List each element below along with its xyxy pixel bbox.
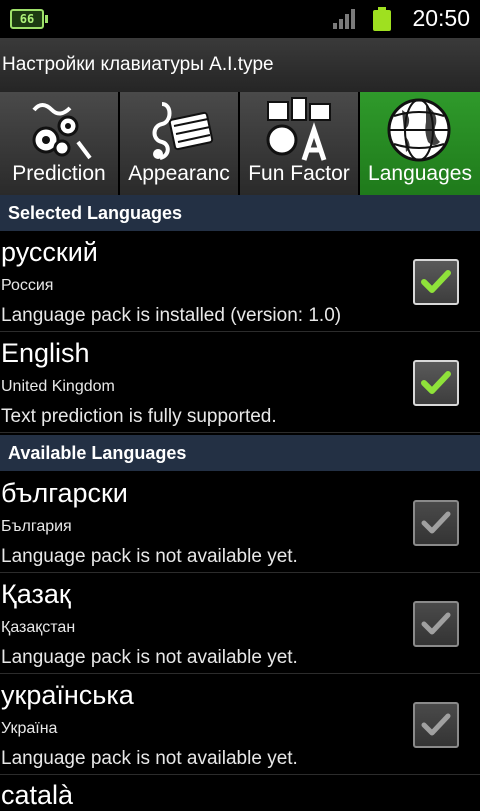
checkmark-icon bbox=[421, 371, 451, 394]
language-name: Қазақ bbox=[1, 579, 71, 609]
tab-prediction[interactable]: Prediction bbox=[0, 92, 118, 195]
list-item-russian[interactable]: русский Россия Language pack is installe… bbox=[0, 231, 480, 332]
title-bar: Настройки клавиатуры A.I.type bbox=[0, 38, 480, 93]
tab-label: Appearanc bbox=[128, 162, 230, 185]
language-status: Language pack is not available yet. bbox=[1, 546, 298, 567]
language-name: български bbox=[1, 478, 128, 508]
tab-label: Languages bbox=[368, 162, 472, 185]
language-status: Language pack is not available yet. bbox=[1, 748, 298, 769]
list-item-kazakh[interactable]: Қазақ Қазақстан Language pack is not ava… bbox=[0, 573, 480, 674]
language-name: русский bbox=[1, 237, 98, 267]
globe-icon bbox=[387, 98, 451, 162]
app-badge-icon: 66 bbox=[10, 9, 48, 29]
language-country: Россия bbox=[1, 277, 54, 294]
list-item-english[interactable]: English United Kingdom Text prediction i… bbox=[0, 332, 480, 433]
language-country: Україна bbox=[1, 720, 58, 737]
language-country: Қазақстан bbox=[1, 619, 76, 636]
language-status: Language pack is not available yet. bbox=[1, 647, 298, 668]
gears-icon bbox=[32, 103, 92, 160]
music-keyboard-icon bbox=[152, 102, 214, 160]
language-name: English bbox=[1, 338, 90, 368]
tab-bar: Prediction Appearanc Fun Factor Language… bbox=[0, 92, 480, 195]
language-checkbox[interactable] bbox=[413, 500, 459, 546]
signal-icon bbox=[333, 9, 357, 29]
language-checkbox[interactable] bbox=[413, 259, 459, 305]
language-checkbox[interactable] bbox=[413, 601, 459, 647]
language-status: Language pack is installed (version: 1.0… bbox=[1, 305, 342, 326]
tab-languages[interactable]: Languages bbox=[360, 92, 480, 195]
tab-appearance[interactable]: Appearanc bbox=[120, 92, 238, 195]
list-item-ukrainian[interactable]: українська Україна Language pack is not … bbox=[0, 674, 480, 775]
checkmark-icon bbox=[421, 612, 451, 635]
checkmark-icon bbox=[421, 270, 451, 293]
tab-label: Fun Factor bbox=[248, 162, 350, 185]
fun-letters-icon bbox=[266, 97, 331, 161]
battery-icon bbox=[373, 7, 391, 31]
language-checkbox[interactable] bbox=[413, 702, 459, 748]
clock: 20:50 bbox=[412, 5, 470, 31]
status-bar: 66 20:50 bbox=[0, 0, 480, 38]
list-item-catalan[interactable]: català bbox=[1, 780, 73, 811]
language-name: українська bbox=[1, 680, 134, 710]
language-country: България bbox=[1, 518, 72, 535]
tab-fun-factor[interactable]: Fun Factor bbox=[240, 92, 358, 195]
language-checkbox[interactable] bbox=[413, 360, 459, 406]
language-country: United Kingdom bbox=[1, 378, 115, 395]
checkmark-icon bbox=[421, 511, 451, 534]
list-item-bulgarian[interactable]: български България Language pack is not … bbox=[0, 472, 480, 573]
checkmark-icon bbox=[421, 713, 451, 736]
section-header-available: Available Languages bbox=[0, 435, 480, 471]
section-header-selected: Selected Languages bbox=[0, 195, 480, 231]
language-status: Text prediction is fully supported. bbox=[1, 406, 277, 427]
tab-label: Prediction bbox=[12, 162, 106, 185]
page-title: Настройки клавиатуры A.I.type bbox=[2, 54, 274, 75]
